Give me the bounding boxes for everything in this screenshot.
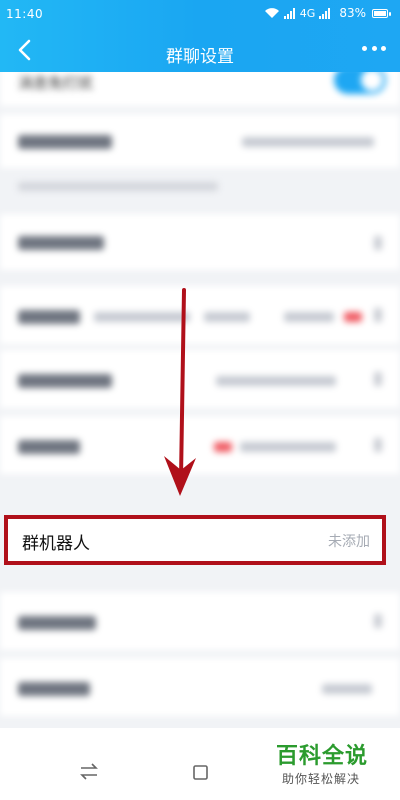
battery-icon: [372, 8, 391, 18]
settings-list: 消息免打扰: [0, 72, 400, 728]
group-robot-label: 群机器人: [22, 534, 90, 554]
battery-percent: 83%: [339, 6, 366, 20]
settings-row-5[interactable]: [0, 350, 400, 408]
group-robot-row[interactable]: 群机器人 未添加: [4, 515, 386, 565]
watermark-title: 百科全说: [276, 744, 369, 769]
recent-apps-icon[interactable]: [190, 762, 210, 782]
settings-row-8[interactable]: [0, 592, 400, 650]
settings-row-2[interactable]: [0, 114, 400, 168]
network-type: 4G: [299, 6, 316, 20]
mute-label: 消息免打扰: [18, 74, 94, 92]
watermark: 百科全说 助你轻松解决: [270, 738, 388, 794]
status-time: 11:40: [6, 7, 44, 21]
page-title: 群聊设置: [166, 47, 234, 66]
more-options-icon[interactable]: [362, 46, 386, 54]
nav-bar: 群聊设置: [0, 28, 400, 72]
switch-apps-icon[interactable]: [78, 762, 100, 782]
status-bar: 11:40 4G 83%: [0, 0, 400, 28]
status-right: 4G 83%: [264, 6, 391, 20]
watermark-subtitle: 助你轻松解决: [282, 772, 361, 786]
wifi-icon: [264, 8, 279, 18]
mute-toggle[interactable]: [334, 72, 386, 94]
signal-icon: [283, 7, 295, 19]
settings-row-mute[interactable]: 消息免打扰: [0, 72, 400, 106]
settings-row-4[interactable]: [0, 286, 400, 344]
settings-row-3[interactable]: [0, 214, 400, 270]
settings-row-6[interactable]: [0, 416, 400, 474]
app-header: 11:40 4G 83% 群聊设置: [0, 0, 400, 72]
group-robot-status: 未添加: [328, 534, 370, 550]
signal-icon-2: [319, 7, 331, 19]
settings-row-9[interactable]: [0, 658, 400, 716]
